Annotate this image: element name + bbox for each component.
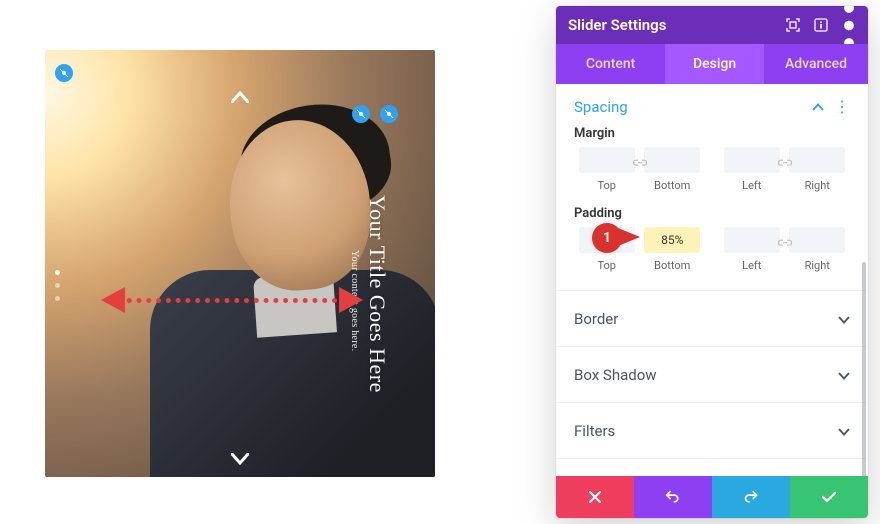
section-box-shadow[interactable]: Box Shadow (556, 346, 868, 402)
slide-nav-down-icon[interactable] (231, 450, 249, 469)
slide-background: Your Title Goes Here Your content goes h… (45, 50, 435, 477)
section-title: Border (574, 310, 618, 328)
section-transform[interactable]: Transform (556, 458, 868, 476)
panel-body: Spacing ⋮ Margin Top Bottom Left Right (556, 84, 868, 476)
margin-top-input[interactable] (579, 147, 635, 173)
section-header-spacing[interactable]: Spacing ⋮ (574, 98, 850, 116)
section-border[interactable]: Border (556, 290, 868, 346)
margin-left-label: Left (742, 179, 761, 192)
margin-label: Margin (574, 126, 850, 141)
margin-left-input[interactable] (724, 147, 780, 173)
redo-button[interactable] (712, 476, 790, 518)
margin-right-input[interactable] (789, 147, 845, 173)
panel-footer (556, 476, 868, 518)
padding-inputs: Top Bottom Left Right 1 (574, 227, 850, 272)
section-title: Box Shadow (574, 366, 657, 384)
annotation-arrow-icon (618, 228, 640, 246)
panel-title: Slider Settings (568, 16, 666, 34)
margin-bottom-input[interactable] (644, 147, 700, 173)
padding-bottom-label: Bottom (654, 259, 690, 272)
section-more-icon[interactable]: ⋮ (834, 102, 850, 112)
margin-bottom-label: Bottom (654, 179, 690, 192)
slide-pagination[interactable] (55, 270, 60, 301)
slide-preview: Your Title Goes Here Your content goes h… (45, 50, 435, 477)
save-button[interactable] (790, 476, 868, 518)
margin-right-label: Right (805, 179, 830, 192)
more-icon[interactable] (842, 18, 856, 32)
undo-button[interactable] (634, 476, 712, 518)
padding-right-input[interactable] (789, 227, 845, 253)
link-icon[interactable] (628, 150, 652, 176)
slide-title: Your Title Goes Here (364, 195, 390, 393)
settings-panel: Slider Settings Content Design Advanced … (556, 6, 868, 518)
collapse-icon[interactable] (812, 99, 824, 115)
tab-design[interactable]: Design (665, 44, 764, 84)
padding-label: Padding (574, 206, 850, 221)
settings-tabs: Content Design Advanced (556, 44, 868, 84)
margin-top-label: Top (598, 179, 616, 192)
chevron-down-icon (838, 365, 850, 384)
module-handle-icon[interactable] (55, 64, 73, 82)
link-icon[interactable] (773, 150, 797, 176)
padding-left-input[interactable] (724, 227, 780, 253)
annotation-arrow-left-icon (101, 287, 125, 313)
section-title: Spacing (574, 98, 628, 116)
cancel-button[interactable] (556, 476, 634, 518)
padding-top-label: Top (598, 259, 616, 272)
section-spacing: Spacing ⋮ Margin Top Bottom Left Right (556, 84, 868, 278)
annotation-arrow-line (117, 298, 347, 303)
slide-nav-up-icon[interactable] (231, 88, 249, 107)
link-icon[interactable] (773, 230, 797, 256)
annotation-arrow-right-icon (339, 287, 363, 313)
panel-header: Slider Settings (556, 6, 868, 44)
annotation-step-label: 1 (603, 230, 611, 246)
tab-content[interactable]: Content (556, 44, 665, 84)
chevron-down-icon (838, 309, 850, 328)
padding-right-label: Right (805, 259, 830, 272)
padding-bottom-input[interactable] (644, 227, 700, 253)
focus-icon[interactable] (786, 18, 800, 32)
tab-advanced[interactable]: Advanced (764, 44, 868, 84)
chevron-down-icon (838, 421, 850, 440)
module-handle-icon[interactable] (380, 105, 398, 123)
section-title: Filters (574, 422, 615, 440)
section-filters[interactable]: Filters (556, 402, 868, 458)
module-handle-icon[interactable] (352, 105, 370, 123)
scrollbar[interactable] (862, 262, 866, 476)
margin-inputs: Top Bottom Left Right (574, 147, 850, 192)
padding-left-label: Left (742, 259, 761, 272)
help-icon[interactable] (814, 18, 828, 32)
